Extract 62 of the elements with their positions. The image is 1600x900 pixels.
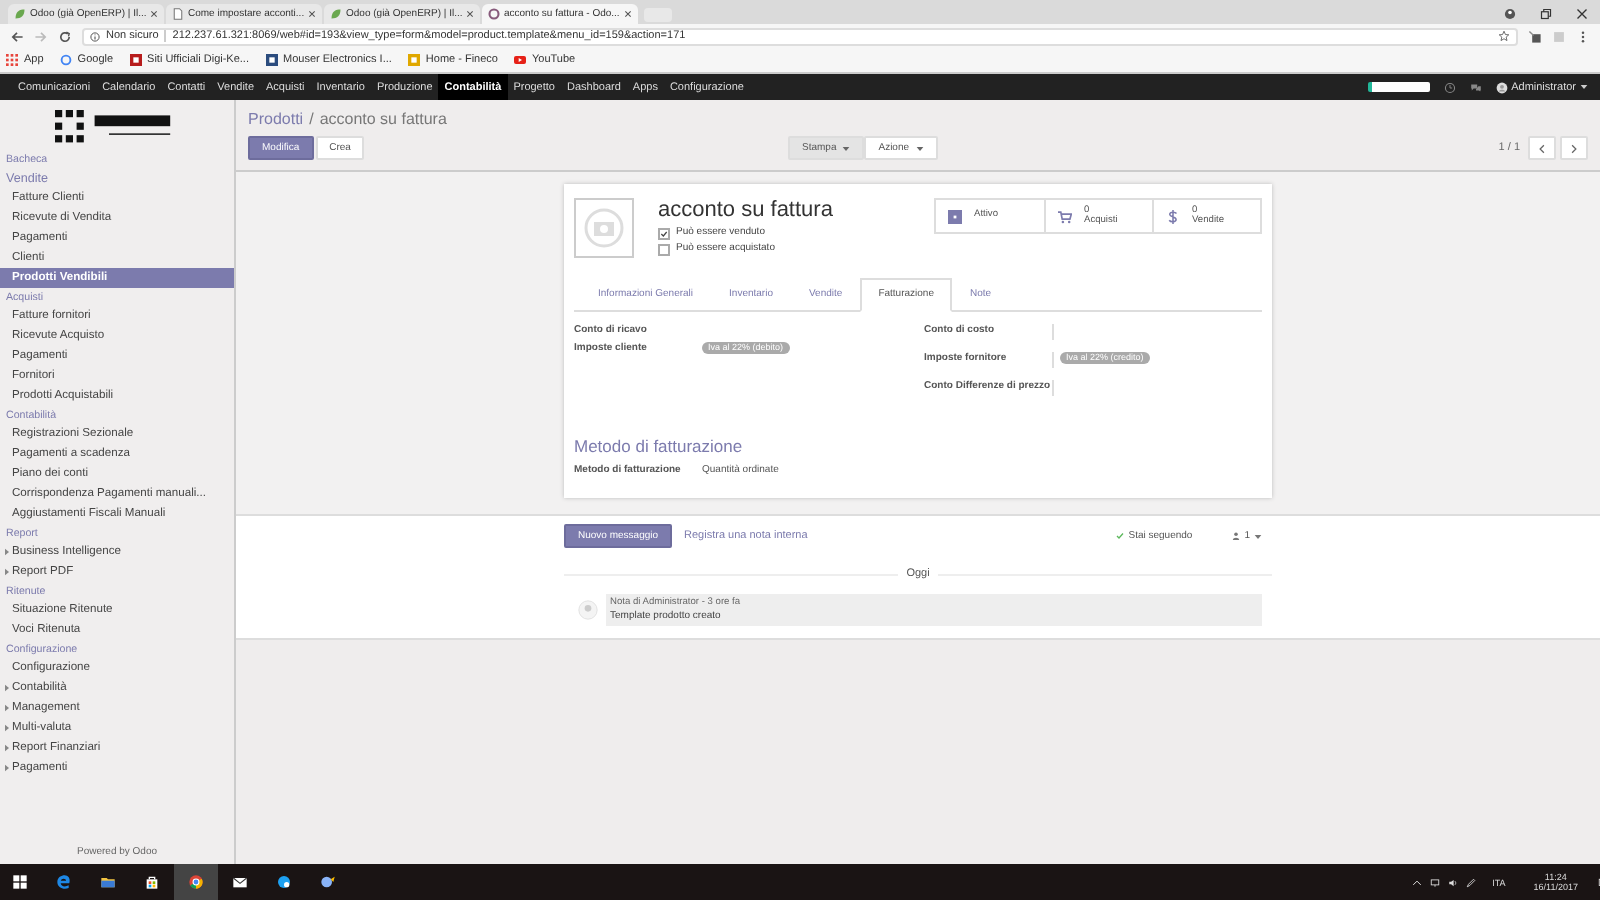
shopping-bag-icon[interactable] (144, 874, 160, 890)
pen-icon[interactable] (1466, 877, 1477, 887)
page-icon (172, 8, 184, 20)
close-icon[interactable] (466, 10, 475, 18)
close-icon[interactable] (624, 10, 632, 18)
breadcrumb-separator: / (309, 108, 314, 130)
chevron-right-icon (1570, 143, 1578, 153)
breadcrumb-current: acconto su fattura (319, 108, 447, 130)
caret-icon (1254, 533, 1262, 539)
expand-arrow-icon (4, 548, 10, 556)
clock-icon[interactable] (1443, 81, 1456, 93)
site-square-icon (265, 54, 277, 66)
chevron-up-icon[interactable] (1412, 877, 1423, 887)
chrome-browser-icon[interactable] (174, 864, 218, 900)
edge-browser-icon[interactable] (56, 874, 72, 890)
cart-icon (1058, 209, 1072, 223)
star-icon[interactable] (1498, 30, 1510, 42)
folder-icon[interactable] (100, 874, 116, 890)
close-icon[interactable] (308, 10, 317, 18)
caret-icon (1580, 84, 1588, 90)
extension-icon[interactable] (1528, 29, 1542, 43)
speaker-icon[interactable] (1448, 877, 1459, 887)
mail-icon[interactable] (232, 874, 248, 890)
avatar-icon (1495, 81, 1508, 93)
site-square-icon (407, 54, 420, 66)
expand-arrow-icon (4, 704, 10, 712)
dollar-icon (1166, 209, 1180, 223)
reload-icon[interactable] (58, 29, 72, 43)
search-field[interactable] (1367, 82, 1430, 92)
menu-icon[interactable] (1576, 29, 1590, 43)
leaf-icon (330, 8, 342, 20)
g-logo-icon (59, 54, 72, 66)
check-icon (1116, 532, 1125, 540)
section-title: Metodo di fatturazione (574, 436, 745, 456)
ring-icon (488, 8, 500, 20)
leaf-icon (14, 8, 26, 20)
expand-arrow-icon (4, 684, 10, 692)
restore-icon[interactable] (1540, 7, 1552, 19)
apps-grid-icon (6, 54, 18, 66)
expand-arrow-icon (4, 764, 10, 772)
caret-icon (842, 145, 851, 151)
site-square-icon (129, 54, 142, 66)
checkbox[interactable] (658, 243, 670, 255)
expand-arrow-icon (4, 744, 10, 752)
windows-start-icon[interactable] (12, 874, 28, 890)
info-icon (90, 31, 100, 41)
chat-icon[interactable] (1469, 81, 1482, 93)
play-icon (514, 54, 526, 66)
person-icon (1232, 532, 1241, 540)
caret-icon (915, 145, 924, 151)
profile-icon[interactable] (1504, 7, 1516, 19)
checkbox[interactable] (658, 227, 670, 239)
chevron-left-icon (1538, 143, 1546, 153)
close-icon[interactable] (1576, 7, 1588, 19)
expand-arrow-icon (4, 568, 10, 576)
avatar-icon (578, 600, 598, 620)
close-icon[interactable] (150, 10, 159, 18)
product-title: acconto su fattura (658, 198, 835, 224)
back-arrow-icon[interactable] (10, 29, 24, 43)
toggle-square-icon (948, 209, 962, 223)
network-icon[interactable] (1430, 877, 1441, 887)
expand-arrow-icon (4, 724, 10, 732)
